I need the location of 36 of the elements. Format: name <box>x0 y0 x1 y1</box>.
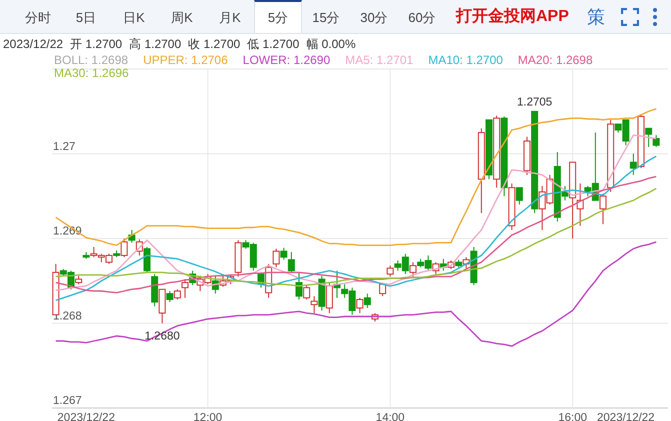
strategy-button[interactable]: 策 <box>586 4 605 28</box>
indicator-legend: MA5: 1.2701 <box>345 54 414 67</box>
period-tab[interactable]: 15分 <box>302 0 350 33</box>
quote-field: 低 1.2700 <box>247 36 300 52</box>
fullscreen-icon[interactable] <box>620 8 639 26</box>
open-app-link[interactable]: 打开金投网APP <box>456 6 569 27</box>
x-axis-label: 16:00 <box>558 412 587 421</box>
x-axis-label: 2023/12/22 <box>57 412 115 421</box>
period-tab[interactable]: 日K <box>110 0 158 33</box>
indicator-legend: LOWER: 1.2690 <box>242 54 330 67</box>
indicator-legend: MA20: 1.2698 <box>518 54 593 67</box>
indicator-legend: UPPER: 1.2706 <box>143 54 228 67</box>
indicator-legend: BOLL: 1.2698 <box>54 54 128 67</box>
quote-field: 幅 0.00% <box>306 36 356 52</box>
x-axis-label: 2023/12/22 <box>597 412 655 421</box>
price-annotation: 1.2705 <box>517 96 552 108</box>
x-axis-label: 12:00 <box>193 412 222 421</box>
period-tab[interactable]: 周K <box>158 0 206 33</box>
period-tab[interactable]: 5分 <box>254 0 302 33</box>
candlestick <box>372 312 378 322</box>
y-axis-label: 1.267 <box>53 395 82 407</box>
quote-field: 高 1.2700 <box>129 36 182 52</box>
period-tab[interactable]: 月K <box>206 0 254 33</box>
candlestick <box>379 282 386 297</box>
quote-field: 收 1.2700 <box>188 36 240 52</box>
indicator-legend: MA30: 1.2696 <box>54 67 129 80</box>
period-tab[interactable]: 分时 <box>14 0 62 33</box>
more-icon[interactable] <box>652 8 657 26</box>
period-tab[interactable]: 5日 <box>62 0 110 33</box>
period-tab[interactable]: 60分 <box>398 0 446 33</box>
period-tab[interactable]: 30分 <box>350 0 398 33</box>
quote-field: 开 1.2700 <box>70 36 122 52</box>
x-axis-label: 14:00 <box>376 412 405 421</box>
quote-date: 2023/12/22 <box>3 37 64 51</box>
y-axis-label: 1.27 <box>53 140 76 153</box>
indicator-legend: MA10: 1.2700 <box>428 54 503 67</box>
